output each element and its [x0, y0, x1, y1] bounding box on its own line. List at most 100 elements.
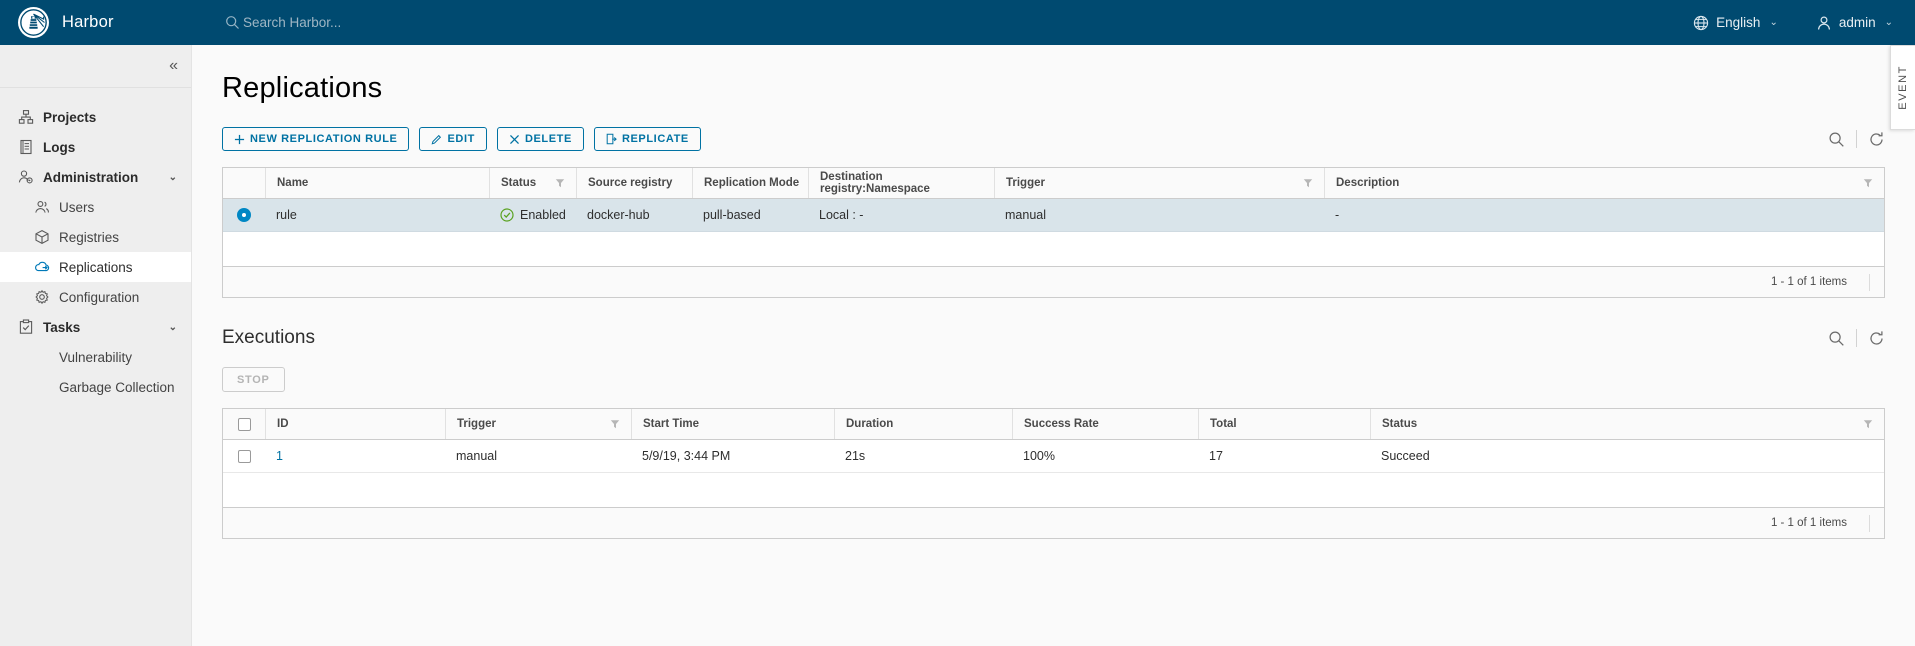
- sidebar-item-administration[interactable]: Administration ⌄: [0, 162, 191, 192]
- executions-section: Executions STOP ID Trigger Start Time Du…: [222, 327, 1885, 539]
- user-icon: [1817, 15, 1830, 30]
- column-header-trigger[interactable]: Trigger: [445, 409, 631, 439]
- stop-button[interactable]: Stop: [222, 367, 285, 392]
- sidebar-item-registries[interactable]: Registries: [0, 222, 191, 252]
- sidebar-item-projects[interactable]: Projects: [0, 102, 191, 132]
- select-column-header: [223, 168, 265, 198]
- sidebar-item-vulnerability[interactable]: Vulnerability: [0, 342, 191, 372]
- global-search[interactable]: [207, 0, 1693, 45]
- refresh-icon[interactable]: [1868, 330, 1885, 347]
- row-radio-cell[interactable]: [223, 199, 265, 231]
- row-radio-button[interactable]: [237, 208, 251, 222]
- refresh-icon[interactable]: [1868, 131, 1885, 148]
- sidebar-item-garbage-collection[interactable]: Garbage Collection: [0, 372, 191, 402]
- execution-id-link[interactable]: 1: [276, 449, 283, 463]
- gear-icon: [35, 289, 49, 305]
- cell-status: Succeed: [1381, 449, 1430, 463]
- delete-button[interactable]: Delete: [496, 127, 584, 151]
- search-input[interactable]: [243, 0, 563, 45]
- column-header-status[interactable]: Status: [489, 168, 576, 198]
- column-header-duration[interactable]: Duration: [834, 409, 1012, 439]
- double-chevron-left-icon: «: [169, 57, 178, 74]
- table-row[interactable]: 1 manual 5/9/19, 3:44 PM 21s 100% 17 Suc…: [223, 440, 1884, 473]
- executions-grid-tools: [1828, 329, 1885, 347]
- user-label: admin: [1838, 15, 1876, 30]
- table-header-row: ID Trigger Start Time Duration Success R…: [223, 409, 1884, 440]
- new-replication-rule-button[interactable]: New Replication Rule: [222, 127, 410, 151]
- sidebar-item-tasks[interactable]: Tasks ⌄: [0, 312, 191, 342]
- check-circle-icon: [500, 208, 514, 222]
- search-icon[interactable]: [1828, 131, 1845, 148]
- filter-icon[interactable]: [610, 419, 620, 429]
- harbor-app: Harbor English ⌄: [0, 0, 1915, 646]
- app-header: Harbor English ⌄: [0, 0, 1915, 45]
- row-checkbox-cell[interactable]: [223, 440, 265, 472]
- column-header-total[interactable]: Total: [1198, 409, 1370, 439]
- table-row[interactable]: rule Enabled docker-hub pull-based Local…: [223, 199, 1884, 232]
- event-tab[interactable]: EVENT: [1890, 45, 1915, 130]
- column-header-id[interactable]: ID: [265, 409, 445, 439]
- column-header-description[interactable]: Description: [1324, 168, 1884, 198]
- column-header-start-time[interactable]: Start Time: [631, 409, 834, 439]
- chevron-down-icon[interactable]: ⌄: [169, 322, 177, 333]
- filter-icon[interactable]: [1863, 419, 1873, 429]
- cell-source-registry: docker-hub: [587, 208, 650, 222]
- executions-title: Executions: [222, 327, 315, 348]
- column-header-label: Status: [1382, 418, 1418, 430]
- filter-icon[interactable]: [1863, 178, 1873, 188]
- sidebar-item-label: Replications: [59, 259, 133, 275]
- sidebar-item-logs[interactable]: Logs: [0, 132, 191, 162]
- cell-total: 17: [1209, 449, 1223, 463]
- pagination-count: 1 - 1 of 1 items: [1771, 514, 1870, 532]
- column-header-label: Status: [501, 177, 537, 189]
- button-label: New Replication Rule: [250, 133, 398, 145]
- search-icon: [226, 16, 239, 29]
- header-actions: English ⌄ admin ⌄: [1693, 0, 1915, 45]
- column-header-trigger[interactable]: Trigger: [994, 168, 1324, 198]
- language-selector[interactable]: English ⌄: [1693, 0, 1778, 45]
- executions-action-bar: Stop: [222, 367, 1885, 392]
- language-label: English: [1716, 15, 1761, 30]
- filter-icon[interactable]: [555, 178, 565, 188]
- column-header-success-rate[interactable]: Success Rate: [1012, 409, 1198, 439]
- projects-icon: [18, 110, 34, 124]
- button-label: Replicate: [621, 133, 689, 145]
- column-header-label: Trigger: [457, 418, 496, 430]
- replicate-button[interactable]: Replicate: [593, 127, 701, 151]
- cell-id[interactable]: 1: [265, 440, 445, 472]
- filter-icon[interactable]: [1303, 178, 1313, 188]
- sidebar-item-configuration[interactable]: Configuration: [0, 282, 191, 312]
- column-header-source-registry[interactable]: Source registry: [576, 168, 692, 198]
- select-all-column-header[interactable]: [223, 409, 265, 439]
- edit-button[interactable]: Edit: [419, 127, 487, 151]
- sidebar-collapse-button[interactable]: «: [0, 45, 191, 88]
- sidebar-item-label: Projects: [43, 109, 97, 125]
- sidebar-item-label: Garbage Collection: [59, 379, 175, 395]
- select-all-checkbox[interactable]: [237, 417, 251, 431]
- cell-duration: 21s: [845, 449, 866, 463]
- sidebar: « Projects Logs Administration ⌄ Users R…: [0, 45, 192, 646]
- search-icon[interactable]: [1828, 330, 1845, 347]
- chevron-down-icon[interactable]: ⌄: [169, 172, 177, 183]
- rules-action-bar: New Replication Rule Edit Delete: [222, 127, 1885, 151]
- pagination-count: 1 - 1 of 1 items: [1771, 273, 1870, 291]
- tasks-icon: [19, 319, 33, 334]
- cell-trigger: manual: [456, 449, 497, 463]
- cell-description: -: [1335, 208, 1340, 222]
- sidebar-item-label: Logs: [43, 139, 76, 155]
- user-menu[interactable]: admin ⌄: [1816, 0, 1893, 45]
- replications-icon: [35, 261, 50, 272]
- sidebar-item-replications[interactable]: Replications: [0, 252, 191, 282]
- column-header-destination[interactable]: Destination registry:Namespace: [808, 168, 994, 198]
- sidebar-item-users[interactable]: Users: [0, 192, 191, 222]
- row-checkbox[interactable]: [237, 449, 251, 463]
- executions-header: Executions: [222, 327, 1885, 349]
- cell-destination: Local : -: [819, 208, 864, 222]
- replicate-icon: [606, 133, 617, 145]
- sidebar-item-label: Tasks: [43, 319, 81, 335]
- cell-name: rule: [276, 208, 297, 222]
- column-header-name[interactable]: Name: [265, 168, 489, 198]
- brand[interactable]: Harbor: [0, 0, 207, 45]
- column-header-replication-mode[interactable]: Replication Mode: [692, 168, 808, 198]
- column-header-status[interactable]: Status: [1370, 409, 1884, 439]
